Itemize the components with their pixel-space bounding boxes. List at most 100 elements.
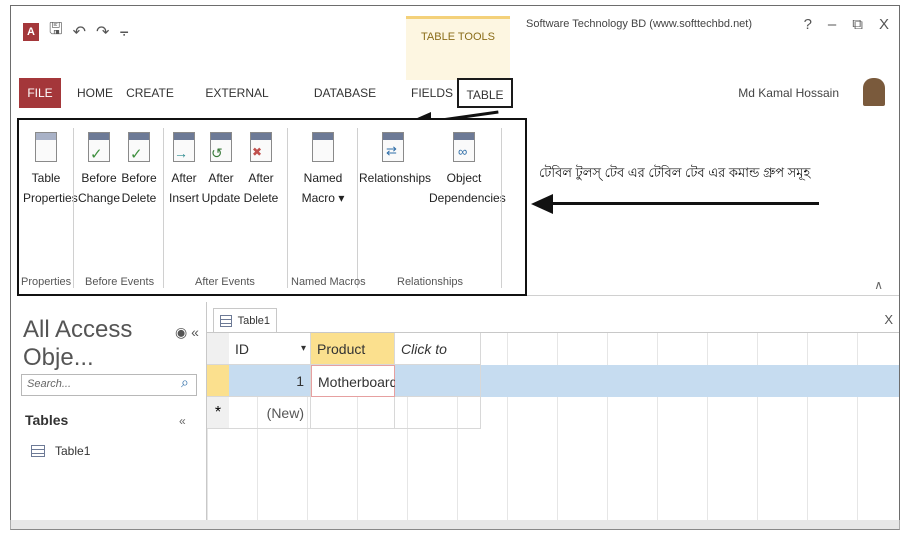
search-input[interactable]: Search... xyxy=(21,374,197,396)
named-macro-label-1: Named xyxy=(303,171,343,185)
select-all-corner[interactable] xyxy=(207,333,229,365)
before-change-label-1: Before xyxy=(81,171,117,185)
cell-new-product[interactable] xyxy=(311,397,395,429)
tab-create[interactable]: CREATE xyxy=(123,78,177,108)
user-name[interactable]: Md Kamal Hossain xyxy=(738,86,839,100)
ribbon-table-commands: Table Properties Before Change Before De… xyxy=(17,118,527,296)
before-change-icon xyxy=(88,132,110,165)
window-title: Software Technology BD (www.softtechbd.n… xyxy=(526,18,753,30)
tab-database-tools[interactable]: DATABASE TOOLS xyxy=(293,78,397,130)
after-update-label-2: Update xyxy=(201,191,241,205)
row-selector[interactable] xyxy=(207,365,229,397)
table-properties-label-1: Table xyxy=(31,171,61,185)
access-window: A 🖫 ↶ ↷ ⨪ TABLE TOOLS Software Technolog… xyxy=(10,5,900,525)
after-update-label-1: After xyxy=(208,171,234,185)
close-button[interactable]: X xyxy=(879,16,889,33)
group-divider xyxy=(163,128,164,288)
after-delete-label-1: After xyxy=(248,171,274,185)
tab-table[interactable]: TABLE xyxy=(457,78,513,108)
shutter-bar-close-icon[interactable]: « xyxy=(191,324,199,340)
group-label-named-macros: Named Macros xyxy=(291,276,366,288)
tab-fields[interactable]: FIELDS xyxy=(409,78,455,108)
group-divider xyxy=(357,128,358,288)
after-insert-icon xyxy=(173,132,195,163)
cell-product-name[interactable]: Motherboard xyxy=(311,365,397,397)
datasheet-grid: ID ▾ Product Nan ▾ Click to Add ▾ 1 Moth… xyxy=(207,332,899,520)
document-area: Table1 X ID ▾ Product Nan ▾ Click to Add… xyxy=(207,302,899,520)
group-label-after-events: After Events xyxy=(195,276,255,288)
table-properties-icon xyxy=(35,132,57,162)
relationships-button[interactable]: Relationships xyxy=(359,132,432,188)
after-insert-label-1: After xyxy=(171,171,197,185)
undo-icon[interactable]: ↶ xyxy=(73,22,86,42)
after-update-icon xyxy=(210,132,232,163)
after-delete-icon xyxy=(250,132,272,162)
tab-table1[interactable]: Table1 xyxy=(213,308,277,332)
collapse-ribbon-icon[interactable]: ∧ xyxy=(874,278,883,292)
tab-external-data[interactable]: EXTERNAL DATA xyxy=(189,78,285,130)
group-divider xyxy=(73,128,74,288)
save-icon[interactable]: 🖫 xyxy=(49,18,63,45)
group-label-properties: Properties xyxy=(21,276,72,288)
document-tab-label: Table1 xyxy=(237,314,270,327)
status-bar xyxy=(10,520,900,530)
column-header-label: ID xyxy=(235,341,249,357)
named-macro-button[interactable]: Named Macro ▾ xyxy=(293,132,353,208)
column-header-click-to-add[interactable]: Click to Add ▾ xyxy=(395,333,481,389)
redo-icon[interactable]: ↷ xyxy=(96,22,109,42)
after-delete-button[interactable]: After Delete xyxy=(241,132,281,208)
object-dependencies-button[interactable]: Object Dependencies xyxy=(429,132,506,208)
after-insert-label-2: Insert xyxy=(168,191,199,205)
chevron-up-icon[interactable]: « xyxy=(179,414,186,428)
annotation-arrow-line xyxy=(551,202,819,205)
nav-item-table1[interactable]: Table1 xyxy=(31,444,90,458)
column-header-product-name[interactable]: Product Nan ▾ xyxy=(311,333,395,389)
close-document-icon[interactable]: X xyxy=(884,312,893,327)
table-tools-contextual-group: TABLE TOOLS xyxy=(406,16,510,80)
relationships-label-1: Relationships xyxy=(359,171,432,185)
cell-click-to-add[interactable] xyxy=(395,365,481,397)
customize-qat-icon[interactable]: ⨪ xyxy=(119,23,128,41)
tab-file[interactable]: FILE xyxy=(19,78,61,108)
after-update-button[interactable]: After Update xyxy=(201,132,241,208)
nav-menu-icon[interactable]: ◉ xyxy=(175,324,187,340)
help-button[interactable]: ? xyxy=(804,16,812,33)
table-icon xyxy=(31,445,45,457)
nav-item-label: Table1 xyxy=(55,444,91,458)
object-dependencies-label-1: Object xyxy=(446,171,482,185)
table-properties-button[interactable]: Table Properties xyxy=(23,132,78,208)
table-properties-label-2: Properties xyxy=(23,191,78,205)
title-bar: A 🖫 ↶ ↷ ⨪ TABLE TOOLS Software Technolog… xyxy=(11,6,899,80)
before-change-button[interactable]: Before Change xyxy=(77,132,121,208)
before-delete-label-2: Delete xyxy=(121,191,157,205)
annotation-arrow-head xyxy=(531,194,553,214)
object-dependencies-icon xyxy=(453,132,475,162)
quick-access-toolbar: A 🖫 ↶ ↷ ⨪ xyxy=(23,18,129,45)
tables-section-header[interactable]: Tables xyxy=(25,412,68,428)
dropdown-arrow-icon[interactable]: ▾ xyxy=(301,333,306,365)
before-delete-label-1: Before xyxy=(121,171,157,185)
group-label-relationships: Relationships xyxy=(397,276,464,288)
before-delete-button[interactable]: Before Delete xyxy=(119,132,159,208)
tab-home[interactable]: HOME xyxy=(73,78,117,108)
avatar[interactable] xyxy=(863,78,885,106)
object-dependencies-label-2: Dependencies xyxy=(429,191,506,205)
nav-pane-controls: ◉ « xyxy=(175,324,199,341)
after-insert-button[interactable]: After Insert xyxy=(167,132,201,208)
group-divider xyxy=(287,128,288,288)
group-label-before-events: Before Events xyxy=(85,276,155,288)
cell-id[interactable]: 1 xyxy=(229,365,311,397)
cell-new-id[interactable]: (New) xyxy=(229,397,311,429)
restore-button[interactable]: ⧉ xyxy=(852,16,863,33)
group-divider xyxy=(501,128,502,288)
before-delete-icon xyxy=(128,132,150,165)
column-header-id[interactable]: ID ▾ xyxy=(229,333,311,365)
relationships-icon xyxy=(382,132,404,162)
cell-new-click-to-add[interactable] xyxy=(395,397,481,429)
after-delete-label-2: Delete xyxy=(243,191,279,205)
minimize-button[interactable]: – xyxy=(828,16,836,33)
table-tools-label: TABLE TOOLS xyxy=(421,31,495,43)
search-icon[interactable]: ⌕ xyxy=(181,374,189,391)
ribbon-empty-area xyxy=(527,118,899,296)
new-record-marker[interactable]: * xyxy=(207,397,229,429)
